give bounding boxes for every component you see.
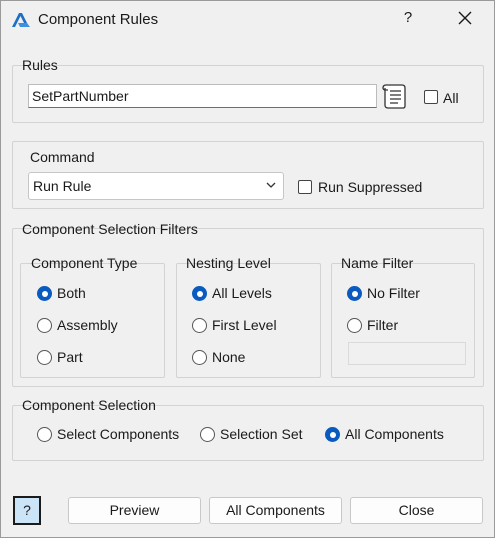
component-type-both-label: Both bbox=[57, 285, 86, 301]
component-type-part-radio[interactable] bbox=[37, 350, 52, 365]
name-filter-no-filter-label: No Filter bbox=[367, 285, 420, 301]
help-button[interactable]: ? bbox=[13, 496, 41, 525]
run-suppressed-checkbox[interactable] bbox=[298, 180, 312, 194]
component-type-label: Component Type bbox=[31, 255, 138, 271]
nesting-none-radio[interactable] bbox=[192, 350, 207, 365]
command-group-label: Command bbox=[30, 149, 95, 165]
component-rules-dialog: Component Rules ? Rules SetPartNumber Al… bbox=[0, 0, 495, 538]
close-button[interactable]: Close bbox=[350, 497, 483, 524]
name-filter-no-filter-radio[interactable] bbox=[347, 286, 362, 301]
name-filter-filter-label: Filter bbox=[367, 317, 399, 333]
nesting-first-level-label: First Level bbox=[212, 317, 277, 333]
close-icon[interactable] bbox=[454, 7, 476, 29]
window-title: Component Rules bbox=[38, 11, 159, 28]
component-type-assembly-label: Assembly bbox=[57, 317, 118, 333]
name-filter-input[interactable] bbox=[348, 342, 466, 365]
preview-button[interactable]: Preview bbox=[68, 497, 201, 524]
title-help-button[interactable]: ? bbox=[400, 9, 416, 26]
all-components-radio-label: All Components bbox=[345, 426, 444, 442]
filters-group-label: Component Selection Filters bbox=[22, 221, 198, 237]
all-components-button[interactable]: All Components bbox=[209, 497, 342, 524]
select-components-radio[interactable] bbox=[37, 427, 52, 442]
nesting-all-levels-radio[interactable] bbox=[192, 286, 207, 301]
run-suppressed-label: Run Suppressed bbox=[318, 179, 423, 195]
select-components-label: Select Components bbox=[57, 426, 180, 442]
nesting-all-levels-label: All Levels bbox=[212, 285, 272, 301]
name-filter-filter-radio[interactable] bbox=[347, 318, 362, 333]
title-bar: Component Rules ? bbox=[1, 1, 494, 39]
chevron-down-icon bbox=[266, 182, 276, 188]
command-selected-value: Run Rule bbox=[33, 178, 92, 194]
nesting-level-label: Nesting Level bbox=[186, 255, 271, 271]
component-type-assembly-radio[interactable] bbox=[37, 318, 52, 333]
nesting-first-level-radio[interactable] bbox=[192, 318, 207, 333]
all-rules-checkbox[interactable] bbox=[424, 90, 438, 104]
nesting-none-label: None bbox=[212, 349, 246, 365]
rules-list-icon[interactable] bbox=[382, 82, 408, 110]
command-dropdown[interactable]: Run Rule bbox=[28, 172, 284, 200]
selection-set-label: Selection Set bbox=[220, 426, 303, 442]
autodesk-a-icon bbox=[12, 13, 30, 27]
rules-group-label: Rules bbox=[22, 57, 58, 73]
name-filter-label: Name Filter bbox=[341, 255, 414, 271]
rule-name-field[interactable]: SetPartNumber bbox=[28, 84, 377, 108]
all-rules-label: All bbox=[443, 90, 459, 106]
component-type-part-label: Part bbox=[57, 349, 83, 365]
component-selection-label: Component Selection bbox=[22, 397, 156, 413]
selection-set-radio[interactable] bbox=[200, 427, 215, 442]
component-type-both-radio[interactable] bbox=[37, 286, 52, 301]
all-components-radio[interactable] bbox=[325, 427, 340, 442]
